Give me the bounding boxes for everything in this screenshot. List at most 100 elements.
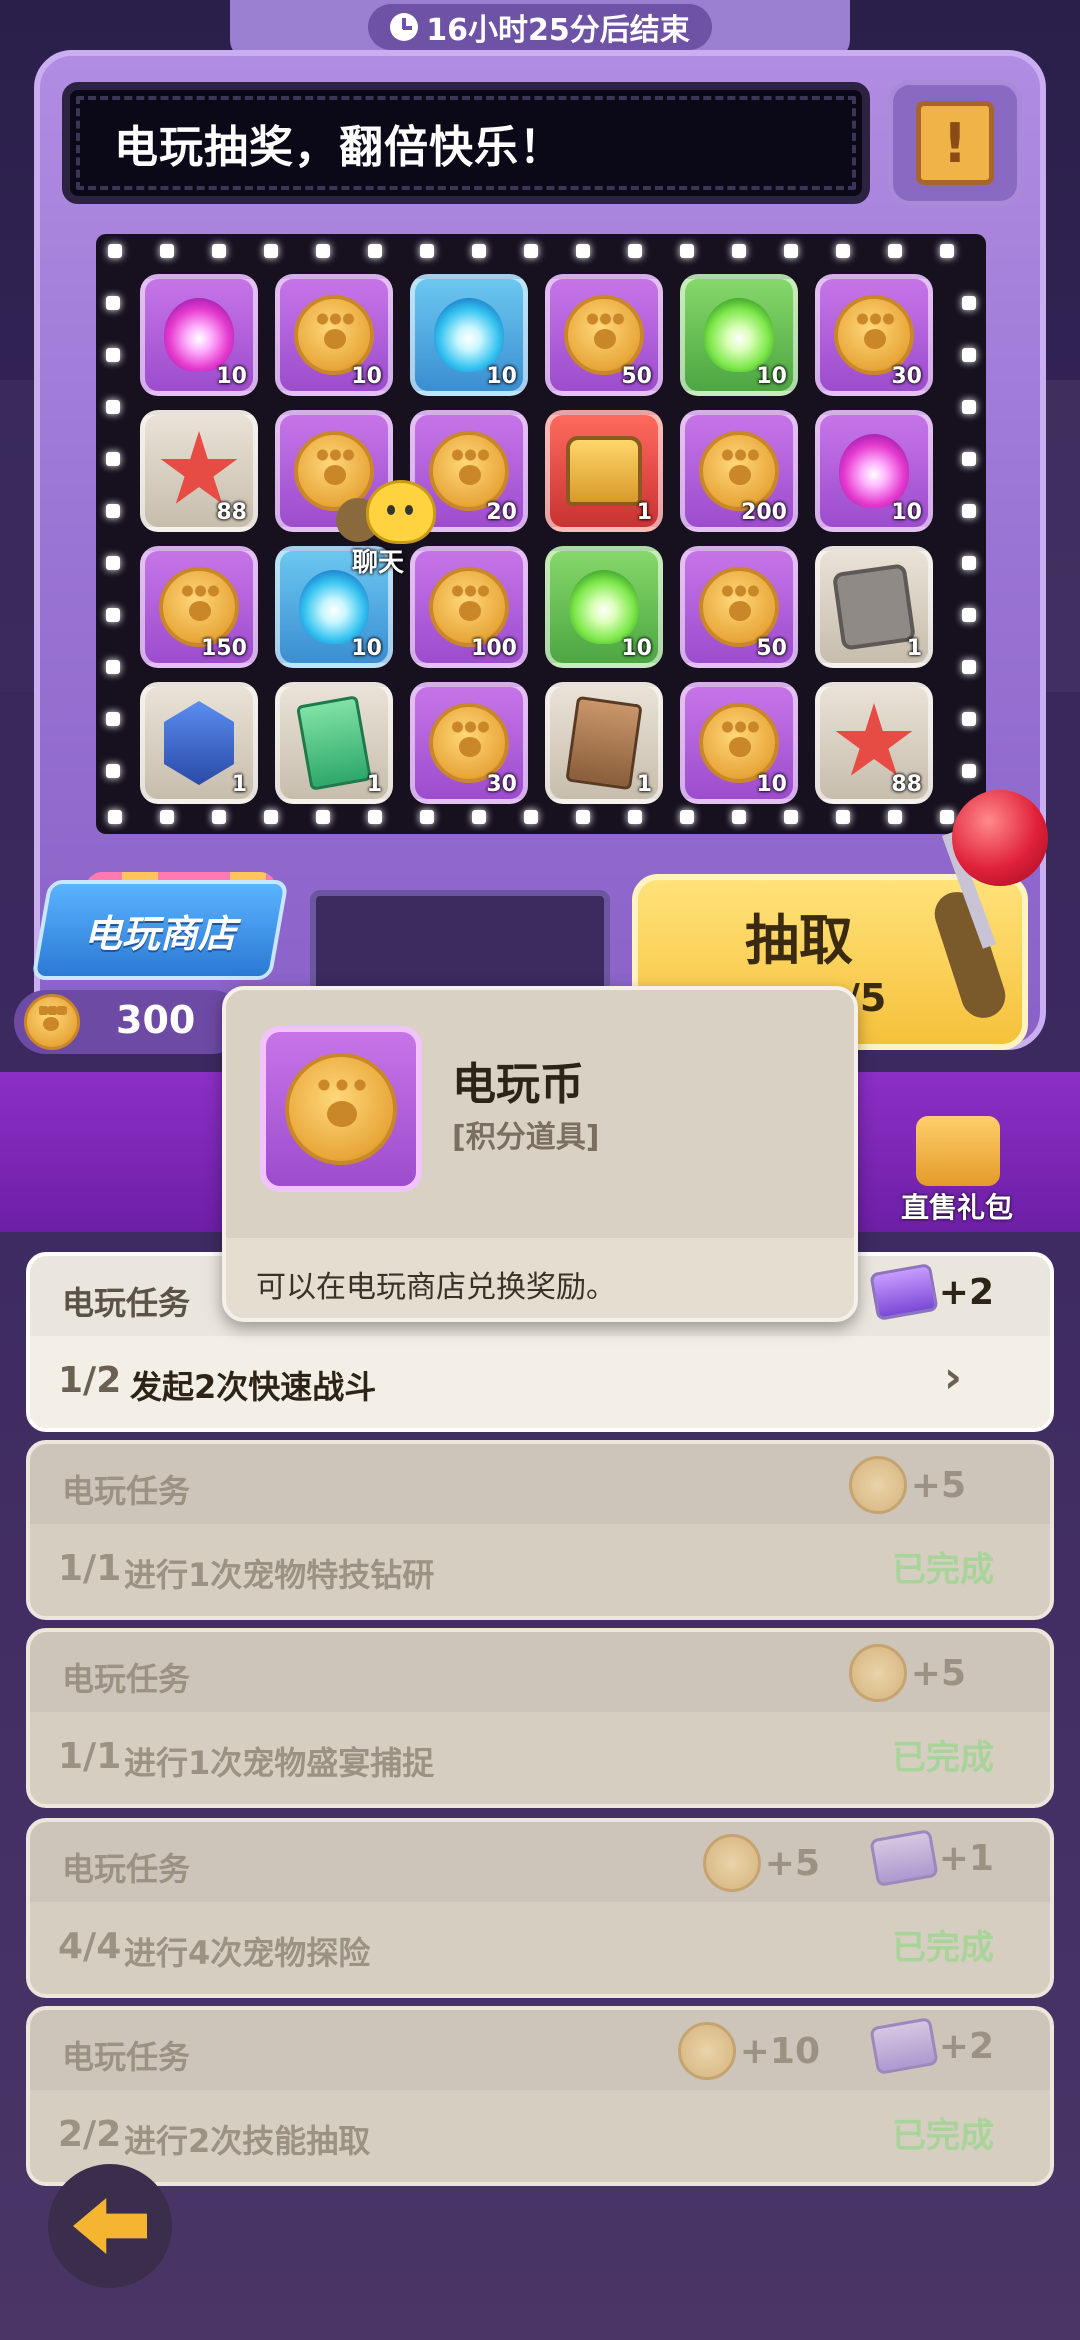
tooltip-subtitle: [积分道具] (452, 1120, 600, 1155)
tooltip-description: 可以在电玩商店兑换奖励。 (256, 1270, 616, 1305)
prize-cell[interactable]: 88 (140, 410, 258, 532)
prize-count: 88 (891, 772, 922, 797)
task-title: 电玩任务 (62, 2038, 191, 2076)
marquee-light (106, 660, 120, 674)
prize-cell[interactable]: 1 (545, 410, 663, 532)
prize-cell[interactable]: 150 (140, 546, 258, 668)
prize-count: 10 (756, 772, 787, 797)
marquee-light (628, 810, 642, 824)
gem-icon (869, 1828, 939, 1888)
paw-coin-icon (834, 295, 914, 375)
marquee-light (962, 348, 976, 362)
prize-cell[interactable]: 10 (680, 682, 798, 804)
marquee-light (888, 244, 902, 258)
prize-grid: 10 10 10 50 10 30 88 20 1 200 10 150 10 100 10 50 1 1 1 30 1… (140, 274, 944, 804)
starfish-icon (835, 703, 913, 776)
prize-cell[interactable]: 10 (680, 274, 798, 396)
task-description: 发起2次快速战斗 (130, 1368, 377, 1406)
task-description: 进行2次技能抽取 (124, 2122, 371, 2160)
marquee-light (264, 244, 278, 258)
tooltip-title: 电玩币 (452, 1059, 584, 1110)
paw-coin-icon (702, 1834, 761, 1892)
marquee-light (888, 810, 902, 824)
task-title: 电玩任务 (62, 1284, 191, 1322)
prize-cell[interactable]: 10 (545, 546, 663, 668)
paw-coin-icon (285, 1053, 397, 1165)
prize-count: 200 (741, 500, 787, 525)
prize-cell[interactable]: 1 (545, 682, 663, 804)
reward-amount: +10 (739, 2030, 820, 2072)
task-card[interactable]: 电玩任务 1/1 进行1次宠物盛宴捕捉 已完成 +5 (26, 1628, 1054, 1808)
task-card[interactable]: 电玩任务 2/2 进行2次技能抽取 已完成 +10 +2 (26, 2006, 1054, 2186)
marquee-light (680, 244, 694, 258)
prize-count: 1 (366, 772, 382, 797)
reward-amount: +2 (938, 2025, 994, 2067)
marquee-light (106, 348, 120, 362)
pink-energy-orb-icon (839, 434, 909, 508)
marquee-light (962, 504, 976, 518)
prize-cell[interactable]: 30 (410, 682, 528, 804)
marquee-light (212, 810, 226, 824)
marquee-light (160, 244, 174, 258)
banner-text: 电玩抽奖，翻倍快乐！ (114, 122, 564, 173)
reward-amount: +2 (938, 1271, 994, 1313)
prize-count: 50 (756, 636, 787, 661)
chat-button[interactable]: 聊天 (336, 480, 446, 580)
task-reward: +2 (869, 2016, 994, 2076)
marquee-light (576, 810, 590, 824)
paw-coin-icon (294, 295, 374, 375)
gift-pack-button[interactable]: 直售礼包 (892, 1116, 1022, 1226)
cyan-energy-orb-icon (434, 298, 504, 372)
marquee-light (784, 810, 798, 824)
coin-balance-icon (24, 994, 80, 1050)
task-card[interactable]: 电玩任务 4/4 进行4次宠物探险 已完成 +5 +1 (26, 1818, 1054, 1998)
task-reward: +1 (869, 1828, 994, 1888)
marquee-light (368, 244, 382, 258)
prize-cell[interactable]: 10 (815, 410, 933, 532)
marquee-light (680, 810, 694, 824)
prize-cell[interactable]: 88 (815, 682, 933, 804)
paw-coin-icon (699, 703, 779, 783)
prize-cell[interactable]: 30 (815, 274, 933, 396)
task-status: 已完成 (892, 1928, 994, 1968)
marquee-light (524, 244, 538, 258)
marquee-light (962, 712, 976, 726)
prize-cell[interactable]: 10 (410, 274, 528, 396)
task-progress: 1/1 (58, 1548, 122, 1589)
prize-cell[interactable]: 1 (275, 682, 393, 804)
chat-face-icon (366, 480, 436, 544)
prize-cell[interactable]: 10 (275, 274, 393, 396)
prize-count: 88 (216, 500, 247, 525)
prize-count: 10 (486, 364, 517, 389)
prize-cell[interactable]: 50 (680, 546, 798, 668)
prize-cell[interactable]: 1 (815, 546, 933, 668)
task-status: 已完成 (892, 1550, 994, 1590)
prize-count: 1 (636, 500, 652, 525)
paw-coin-icon (848, 1456, 907, 1514)
task-card[interactable]: 电玩任务 1/1 进行1次宠物特技钻研 已完成 +5 (26, 1440, 1054, 1620)
treasure-chest-icon (566, 436, 642, 506)
prize-cell[interactable]: 10 (140, 274, 258, 396)
gift-pack-label: 直售礼包 (900, 1191, 1013, 1224)
chevron-right-icon[interactable]: › (944, 1352, 962, 1403)
prize-cell[interactable]: 1 (140, 682, 258, 804)
marquee-light (962, 556, 976, 570)
arcade-shop-button[interactable]: 电玩商店 (31, 880, 289, 980)
marquee-light (962, 400, 976, 414)
tooltip-item-icon (260, 1026, 422, 1192)
green-energy-orb-icon (569, 570, 639, 644)
marquee-light (962, 608, 976, 622)
prize-cell[interactable]: 50 (545, 274, 663, 396)
prize-count: 50 (621, 364, 652, 389)
task-description: 进行1次宠物盛宴捕捉 (124, 1744, 435, 1782)
task-reward: +2 (869, 1262, 994, 1322)
lever-handle[interactable] (952, 790, 1048, 886)
gem-icon (869, 2016, 939, 2076)
info-button[interactable]: ! (888, 80, 1022, 206)
prize-count: 10 (891, 500, 922, 525)
reward-amount: +5 (910, 1652, 966, 1694)
task-title: 电玩任务 (62, 1850, 191, 1888)
prize-cell[interactable]: 200 (680, 410, 798, 532)
task-title: 电玩任务 (62, 1472, 191, 1510)
back-button[interactable] (48, 2164, 172, 2288)
